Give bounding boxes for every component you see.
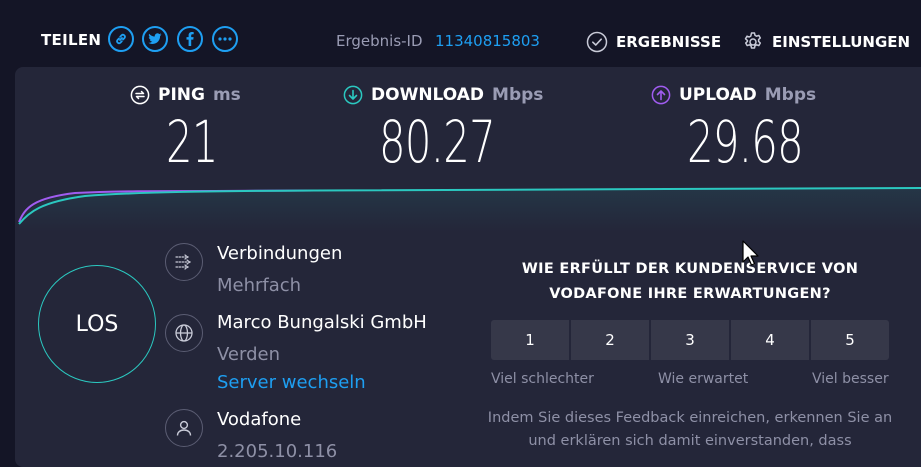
facebook-icon[interactable] bbox=[177, 26, 203, 52]
twitter-icon[interactable] bbox=[142, 26, 168, 52]
ping-icon bbox=[130, 85, 150, 105]
globe-icon bbox=[165, 314, 203, 352]
results-panel: PING ms 21 DOWNLOAD Mbps 80.27 UPLOAD Mb… bbox=[15, 67, 921, 467]
connections-icon bbox=[165, 243, 203, 281]
start-test-button[interactable]: LOS bbox=[38, 265, 156, 383]
rating-button-5[interactable]: 5 bbox=[811, 320, 889, 360]
connections-value: Mehrfach bbox=[217, 275, 302, 296]
scale-high-label: Viel besser bbox=[812, 371, 889, 387]
gear-icon bbox=[744, 32, 762, 49]
survey-question: WIE ERFÜLLT DER KUNDENSERVICE VON VODAFO… bbox=[521, 261, 859, 302]
upload-value: 29.68 bbox=[687, 108, 804, 176]
upload-label: UPLOAD bbox=[679, 85, 757, 105]
result-id-link[interactable]: 11340815803 bbox=[435, 32, 540, 50]
check-circle-icon bbox=[586, 31, 608, 53]
mouse-cursor-icon bbox=[742, 240, 759, 266]
connections-title: Verbindungen bbox=[217, 243, 343, 264]
top-bar: TEILEN Ergebnis-ID 11340815803 ERGEBNISS… bbox=[0, 0, 921, 66]
server-location: Verden bbox=[217, 344, 280, 365]
ping-label: PING bbox=[158, 85, 205, 105]
upload-metric: UPLOAD Mbps 29.68 bbox=[651, 85, 817, 171]
rating-scale: 1 2 3 4 5 bbox=[491, 320, 889, 360]
ping-metric: PING ms 21 bbox=[130, 85, 241, 171]
settings-label: EINSTELLUNGEN bbox=[772, 33, 911, 51]
ping-unit: ms bbox=[212, 85, 241, 105]
upload-icon bbox=[651, 85, 671, 105]
isp-ip: 2.205.10.116 bbox=[217, 441, 338, 462]
link-icon[interactable] bbox=[108, 26, 134, 52]
rating-button-1[interactable]: 1 bbox=[491, 320, 569, 360]
user-icon bbox=[165, 409, 203, 447]
download-metric: DOWNLOAD Mbps 80.27 bbox=[343, 85, 544, 171]
change-server-link[interactable]: Server wechseln bbox=[217, 372, 366, 393]
download-unit: Mbps bbox=[492, 85, 544, 105]
results-button[interactable]: ERGEBNISSE bbox=[586, 31, 721, 53]
speed-graph bbox=[18, 187, 921, 232]
download-value: 80.27 bbox=[379, 108, 496, 176]
more-icon[interactable] bbox=[212, 26, 238, 52]
upload-unit: Mbps bbox=[764, 85, 817, 105]
results-label: ERGEBNISSE bbox=[616, 33, 722, 51]
scale-low-label: Viel schlechter bbox=[491, 371, 594, 387]
share-label: TEILEN bbox=[41, 31, 102, 49]
graph-fill bbox=[19, 188, 921, 232]
download-label: DOWNLOAD bbox=[371, 85, 485, 105]
download-icon bbox=[343, 85, 363, 105]
ping-value: 21 bbox=[166, 108, 218, 176]
result-id-label: Ergebnis-ID bbox=[336, 32, 423, 50]
rating-button-2[interactable]: 2 bbox=[571, 320, 649, 360]
rating-button-4[interactable]: 4 bbox=[731, 320, 809, 360]
isp-name: Vodafone bbox=[217, 409, 302, 430]
scale-mid-label: Wie erwartet bbox=[658, 371, 749, 387]
rating-button-3[interactable]: 3 bbox=[651, 320, 729, 360]
server-name: Marco Bungalski GmbH bbox=[217, 312, 427, 333]
settings-button[interactable]: EINSTELLUNGEN bbox=[742, 31, 910, 53]
feedback-disclaimer: Indem Sie dieses Feedback einreichen, er… bbox=[487, 410, 893, 449]
